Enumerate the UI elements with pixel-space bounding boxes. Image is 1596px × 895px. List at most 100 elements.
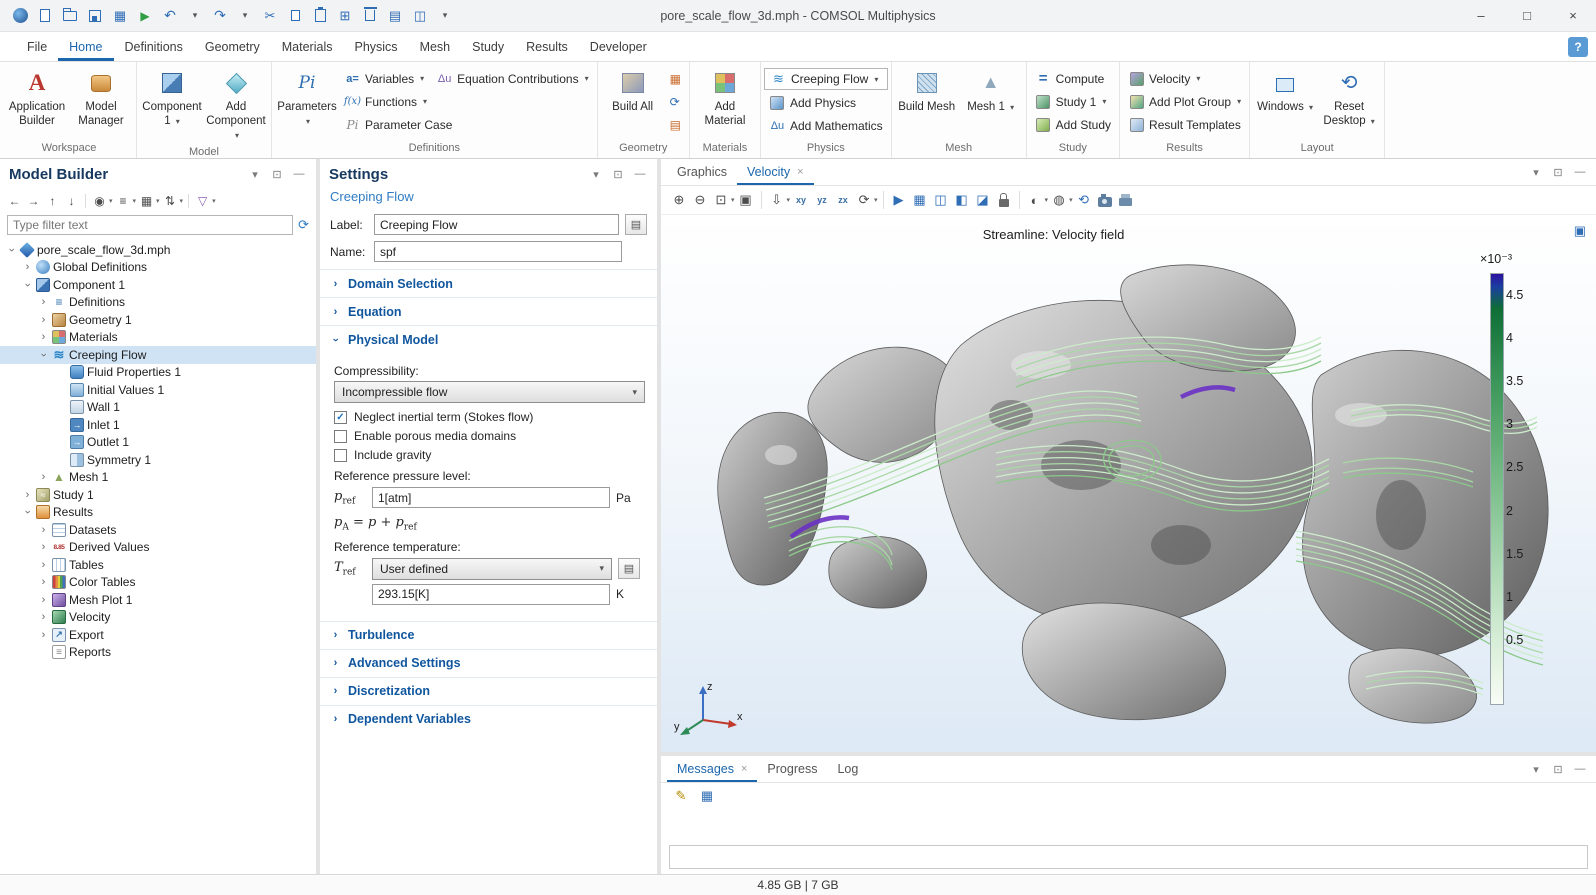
clear-messages-icon[interactable] — [671, 786, 691, 806]
chevron-down-icon[interactable]: ▾ — [247, 166, 263, 182]
expander-icon[interactable] — [22, 507, 34, 518]
undo-dropdown-icon[interactable] — [183, 4, 207, 28]
velocity-plot-button[interactable]: Velocity ▾ — [1123, 68, 1246, 89]
geometry-rebuild-icon[interactable] — [665, 91, 686, 112]
copy-messages-icon[interactable] — [697, 786, 717, 806]
new-file-icon[interactable] — [33, 4, 57, 28]
build-mesh-button[interactable]: Build Mesh — [895, 65, 959, 135]
tab-home[interactable]: Home — [58, 32, 113, 61]
expander-icon[interactable] — [38, 471, 49, 483]
expander-icon[interactable] — [38, 314, 49, 326]
expander-icon[interactable] — [38, 559, 49, 571]
ref-temperature-select[interactable]: User defined ▾ — [372, 558, 612, 580]
tree-item-inlet1[interactable]: Inlet 1 — [0, 416, 316, 434]
variables-button[interactable]: Variables ▾ — [339, 68, 429, 89]
tab-geometry[interactable]: Geometry — [194, 32, 271, 61]
tree-item-symmetry1[interactable]: Symmetry 1 — [0, 451, 316, 469]
expander-icon[interactable] — [22, 489, 33, 501]
tree-item-results[interactable]: Results — [0, 504, 316, 522]
tab-velocity[interactable]: Velocity× — [737, 159, 814, 185]
expander-icon[interactable] — [22, 279, 34, 290]
hide-panel-icon[interactable]: — — [1572, 761, 1588, 777]
split-view-icon[interactable] — [931, 190, 951, 210]
close-tab-icon[interactable]: × — [741, 763, 747, 775]
float-panel-icon[interactable]: ⊡ — [610, 166, 626, 182]
physics-interface-select[interactable]: Creeping Flow ▾ — [764, 68, 888, 90]
include-gravity-checkbox[interactable] — [334, 449, 347, 462]
component1-button[interactable]: Component 1 ▾ — [140, 65, 204, 135]
rotate-view-icon[interactable] — [854, 190, 874, 210]
zoom-out-icon[interactable] — [690, 190, 710, 210]
porous-media-checkbox[interactable] — [334, 430, 347, 443]
run-icon[interactable] — [133, 4, 157, 28]
compressibility-select[interactable]: Incompressible flow ▾ — [334, 381, 645, 403]
expander-icon[interactable] — [38, 576, 49, 588]
reset-desktop-button[interactable]: Reset Desktop ▾ — [1317, 65, 1381, 135]
float-panel-icon[interactable]: ⊡ — [1550, 761, 1566, 777]
node-group-icon[interactable] — [138, 192, 155, 210]
zoom-box-icon[interactable] — [711, 190, 731, 210]
show-options-icon[interactable] — [91, 192, 108, 210]
desktop-layout-icon[interactable] — [408, 4, 432, 28]
chevron-down-icon[interactable]: ▾ — [1528, 164, 1544, 180]
tree-item-wall1[interactable]: Wall 1 — [0, 399, 316, 417]
open-file-icon[interactable] — [58, 4, 82, 28]
duplicate-icon[interactable] — [333, 4, 357, 28]
minimize-button[interactable]: – — [1458, 0, 1504, 31]
tree-item-materials[interactable]: Materials — [0, 329, 316, 347]
tree-item-reports[interactable]: Reports — [0, 644, 316, 662]
zoom-in-icon[interactable] — [669, 190, 689, 210]
tab-log[interactable]: Log — [827, 756, 868, 782]
move-down-icon[interactable] — [63, 192, 80, 210]
chevron-down-icon[interactable]: ▾ — [588, 166, 604, 182]
view-yz-icon[interactable] — [812, 190, 832, 210]
settings-window-icon[interactable] — [383, 4, 407, 28]
delete-icon[interactable] — [358, 4, 382, 28]
move-up-icon[interactable] — [44, 192, 61, 210]
application-builder-button[interactable]: Application Builder — [5, 65, 69, 135]
tree-item-creeping-flow[interactable]: Creeping Flow — [0, 346, 316, 364]
model-manager-button[interactable]: Model Manager — [69, 65, 133, 135]
preview-icon[interactable] — [108, 4, 132, 28]
help-icon[interactable]: ? — [1568, 37, 1588, 57]
animation-icon[interactable] — [889, 190, 909, 210]
back-icon[interactable] — [6, 192, 23, 210]
undo-icon[interactable] — [158, 4, 182, 28]
tab-graphics[interactable]: Graphics — [667, 159, 737, 185]
redo-dropdown-icon[interactable] — [233, 4, 257, 28]
expander-icon[interactable] — [6, 244, 18, 255]
filter-input[interactable] — [7, 215, 293, 235]
tree-item-velocity[interactable]: Velocity — [0, 609, 316, 627]
filter-icon[interactable] — [194, 192, 211, 210]
tab-physics[interactable]: Physics — [343, 32, 408, 61]
study1-button[interactable]: Study 1 ▾ — [1030, 91, 1116, 112]
expander-icon[interactable] — [38, 331, 49, 343]
tree-item-study1[interactable]: Study 1 — [0, 486, 316, 504]
ref-pressure-input[interactable] — [372, 487, 610, 508]
close-button[interactable]: × — [1550, 0, 1596, 31]
neglect-inertial-checkbox[interactable] — [334, 411, 347, 424]
section-discretization[interactable]: Discretization — [320, 677, 657, 705]
lock-icon[interactable] — [994, 190, 1014, 210]
tab-developer[interactable]: Developer — [579, 32, 658, 61]
save-icon[interactable] — [83, 4, 107, 28]
image-to-table-icon[interactable] — [910, 190, 930, 210]
tab-definitions[interactable]: Definitions — [114, 32, 194, 61]
build-all-button[interactable]: Build All — [601, 65, 665, 135]
expander-icon[interactable] — [38, 541, 49, 553]
section-equation[interactable]: Equation — [320, 297, 657, 325]
tab-results[interactable]: Results — [515, 32, 579, 61]
color-theme-icon[interactable] — [1049, 190, 1069, 210]
refresh-icon[interactable]: ⟳ — [298, 217, 309, 233]
tree-item-component1[interactable]: Component 1 — [0, 276, 316, 294]
tab-materials[interactable]: Materials — [271, 32, 344, 61]
geometry-insert-sequence-icon[interactable] — [665, 68, 686, 89]
section-domain-selection[interactable]: Domain Selection — [320, 269, 657, 297]
close-tab-icon[interactable]: × — [797, 166, 803, 178]
geometry-parts-icon[interactable] — [665, 114, 686, 135]
update-plot-icon[interactable] — [1074, 190, 1094, 210]
tree-item-derived-values[interactable]: Derived Values — [0, 539, 316, 557]
tree-item-tables[interactable]: Tables — [0, 556, 316, 574]
functions-button[interactable]: Functions ▾ — [339, 91, 594, 112]
maximize-button[interactable]: □ — [1504, 0, 1550, 31]
